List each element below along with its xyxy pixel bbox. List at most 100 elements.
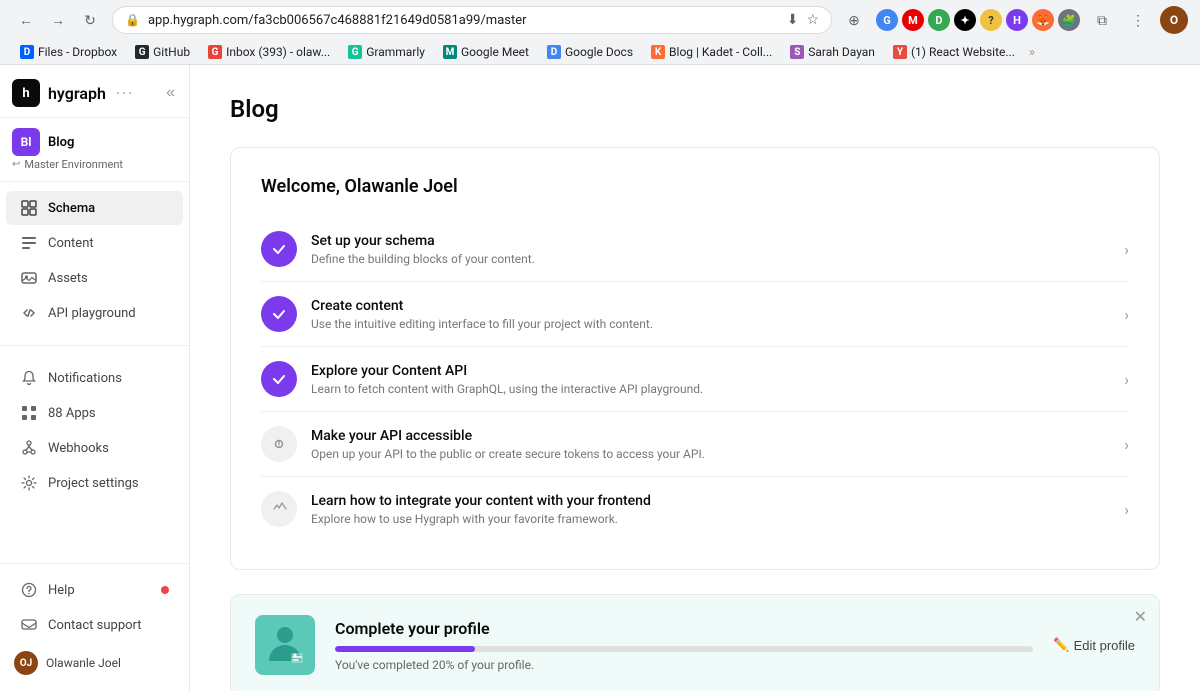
profile-illustration bbox=[255, 615, 315, 675]
collapse-sidebar-button[interactable]: « bbox=[164, 82, 177, 104]
explore-api-arrow: › bbox=[1124, 370, 1129, 389]
bookmark-dropbox-label: Files - Dropbox bbox=[38, 45, 117, 59]
back-button[interactable]: ← bbox=[12, 6, 40, 34]
browser-chrome: ← → ↻ 🔒 app.hygraph.com/fa3cb006567c4688… bbox=[0, 0, 1200, 65]
bookmark-blog-kadet[interactable]: K Blog | Kadet - Coll... bbox=[643, 42, 780, 62]
project-initial: Bl bbox=[12, 128, 40, 156]
checklist-desc-create-content: Use the intuitive editing interface to f… bbox=[311, 317, 1124, 331]
sidebar-item-api-playground[interactable]: API playground bbox=[6, 296, 183, 330]
checklist-item-setup-schema[interactable]: Set up your schema Define the building b… bbox=[261, 217, 1129, 282]
ext-dark: ✦ bbox=[954, 9, 976, 31]
sidebar-item-help-label: Help bbox=[48, 583, 75, 598]
main-content: Blog Welcome, Olawanle Joel Set up your … bbox=[190, 65, 1200, 691]
sidebar-item-webhooks[interactable]: Webhooks bbox=[6, 431, 183, 465]
docs-favicon: D bbox=[547, 45, 561, 59]
checklist-text-integrate: Learn how to integrate your content with… bbox=[311, 493, 1124, 526]
bookmark-google-meet[interactable]: M Google Meet bbox=[435, 42, 537, 62]
bookmark-dropbox[interactable]: D Files - Dropbox bbox=[12, 42, 125, 62]
setup-schema-icon bbox=[261, 231, 297, 267]
checklist-text-create-content: Create content Use the intuitive editing… bbox=[311, 298, 1124, 331]
bookmark-google-docs[interactable]: D Google Docs bbox=[539, 42, 641, 62]
welcome-heading: Welcome, Olawanle Joel bbox=[261, 176, 1129, 197]
bookmark-sarah-dayan[interactable]: S Sarah Dayan bbox=[782, 42, 883, 62]
profile-completion-card: Complete your profile You've completed 2… bbox=[230, 594, 1160, 691]
checklist-desc-integrate: Explore how to use Hygraph with your fav… bbox=[311, 512, 1124, 526]
sidebar-item-project-settings[interactable]: Project settings bbox=[6, 466, 183, 500]
apps-icon bbox=[20, 404, 38, 422]
checklist-item-make-api[interactable]: Make your API accessible Open up your AP… bbox=[261, 412, 1129, 477]
checklist-desc-explore-api: Learn to fetch content with GraphQL, usi… bbox=[311, 382, 1124, 396]
menu-button[interactable]: ⋮ bbox=[1124, 6, 1152, 34]
checklist-title-create-content: Create content bbox=[311, 298, 1124, 314]
create-content-icon bbox=[261, 296, 297, 332]
profile-description: You've completed 20% of your profile. bbox=[335, 658, 1033, 672]
ext-orange: 🦊 bbox=[1032, 9, 1054, 31]
sidebar-item-apps[interactable]: 88 Apps bbox=[6, 396, 183, 430]
download-icon: ⬇ bbox=[787, 12, 799, 28]
inbox-favicon: G bbox=[208, 45, 222, 59]
bookmark-sarah-label: Sarah Dayan bbox=[808, 45, 875, 59]
checklist-item-explore-api[interactable]: Explore your Content API Learn to fetch … bbox=[261, 347, 1129, 412]
project-section: Bl Blog ↩ Master Environment bbox=[0, 118, 189, 182]
progress-bar bbox=[335, 646, 1033, 652]
bookmark-inbox[interactable]: G Inbox (393) - olaw... bbox=[200, 42, 338, 62]
api-icon bbox=[20, 304, 38, 322]
app-layout: h hygraph ··· « Bl Blog ↩ Master Environ… bbox=[0, 65, 1200, 691]
help-icon bbox=[20, 581, 38, 599]
logo-dots: ··· bbox=[116, 84, 135, 103]
close-profile-card-button[interactable]: ✕ bbox=[1134, 607, 1147, 627]
make-api-icon bbox=[261, 426, 297, 462]
profile-avatar[interactable]: O bbox=[1160, 6, 1188, 34]
webhooks-icon bbox=[20, 439, 38, 457]
sidebar-item-schema[interactable]: Schema bbox=[6, 191, 183, 225]
sidebar-user[interactable]: OJ Olawanle Joel bbox=[0, 643, 189, 683]
address-bar[interactable]: 🔒 app.hygraph.com/fa3cb006567c468881f216… bbox=[112, 6, 832, 34]
sidebar-item-help[interactable]: Help bbox=[6, 573, 183, 607]
checklist-item-integrate[interactable]: Learn how to integrate your content with… bbox=[261, 477, 1129, 541]
checklist-desc-setup-schema: Define the building blocks of your conte… bbox=[311, 252, 1124, 266]
reload-button[interactable]: ↻ bbox=[76, 6, 104, 34]
sidebar-item-webhooks-label: Webhooks bbox=[48, 441, 109, 456]
integrate-icon bbox=[261, 491, 297, 527]
bookmark-github[interactable]: G GitHub bbox=[127, 42, 198, 62]
dropbox-favicon: D bbox=[20, 45, 34, 59]
react-favicon: Y bbox=[893, 45, 907, 59]
sidebar-item-content[interactable]: Content bbox=[6, 226, 183, 260]
settings-icon bbox=[20, 474, 38, 492]
bookmark-grammarly[interactable]: G Grammarly bbox=[340, 42, 433, 62]
ext-drive: D bbox=[928, 9, 950, 31]
ext-google: G bbox=[876, 9, 898, 31]
checklist-text-explore-api: Explore your Content API Learn to fetch … bbox=[311, 363, 1124, 396]
sidebar-item-notifications[interactable]: Notifications bbox=[6, 361, 183, 395]
more-bookmarks[interactable]: » bbox=[1029, 45, 1035, 60]
forward-button[interactable]: → bbox=[44, 6, 72, 34]
checklist-text-setup-schema: Set up your schema Define the building b… bbox=[311, 233, 1124, 266]
cast-button[interactable]: ⊕ bbox=[840, 6, 868, 34]
sidebar-item-assets[interactable]: Assets bbox=[6, 261, 183, 295]
bookmarks-bar: D Files - Dropbox G GitHub G Inbox (393)… bbox=[0, 40, 1200, 65]
edit-profile-button[interactable]: ✏️ Edit profile bbox=[1053, 637, 1135, 653]
github-favicon: G bbox=[135, 45, 149, 59]
extension-icons: G M D ✦ ? H 🦊 🧩 bbox=[876, 9, 1080, 31]
bookmark-docs-label: Google Docs bbox=[565, 45, 633, 59]
schema-icon bbox=[20, 199, 38, 217]
sidebar-item-project-settings-label: Project settings bbox=[48, 476, 139, 491]
sidebar-item-assets-label: Assets bbox=[48, 271, 88, 286]
bookmark-react-website[interactable]: Y (1) React Website... bbox=[885, 42, 1023, 62]
project-name: Blog bbox=[48, 135, 74, 150]
sidebar-item-content-label: Content bbox=[48, 236, 94, 251]
tab-strip-button[interactable]: ⧉ bbox=[1088, 6, 1116, 34]
explore-api-icon bbox=[261, 361, 297, 397]
env-label: Master Environment bbox=[24, 158, 123, 171]
edit-profile-label: Edit profile bbox=[1074, 638, 1135, 653]
sidebar-item-schema-label: Schema bbox=[48, 201, 95, 216]
sarah-favicon: S bbox=[790, 45, 804, 59]
checklist-item-create-content[interactable]: Create content Use the intuitive editing… bbox=[261, 282, 1129, 347]
blog-favicon: K bbox=[651, 45, 665, 59]
sidebar-item-contact-support[interactable]: Contact support bbox=[6, 608, 183, 642]
sidebar-item-apps-label: 88 Apps bbox=[48, 406, 96, 421]
support-icon bbox=[20, 616, 38, 634]
bookmark-meet-label: Google Meet bbox=[461, 45, 529, 59]
sidebar-item-api-playground-label: API playground bbox=[48, 306, 136, 321]
profile-content: Complete your profile You've completed 2… bbox=[335, 619, 1033, 672]
